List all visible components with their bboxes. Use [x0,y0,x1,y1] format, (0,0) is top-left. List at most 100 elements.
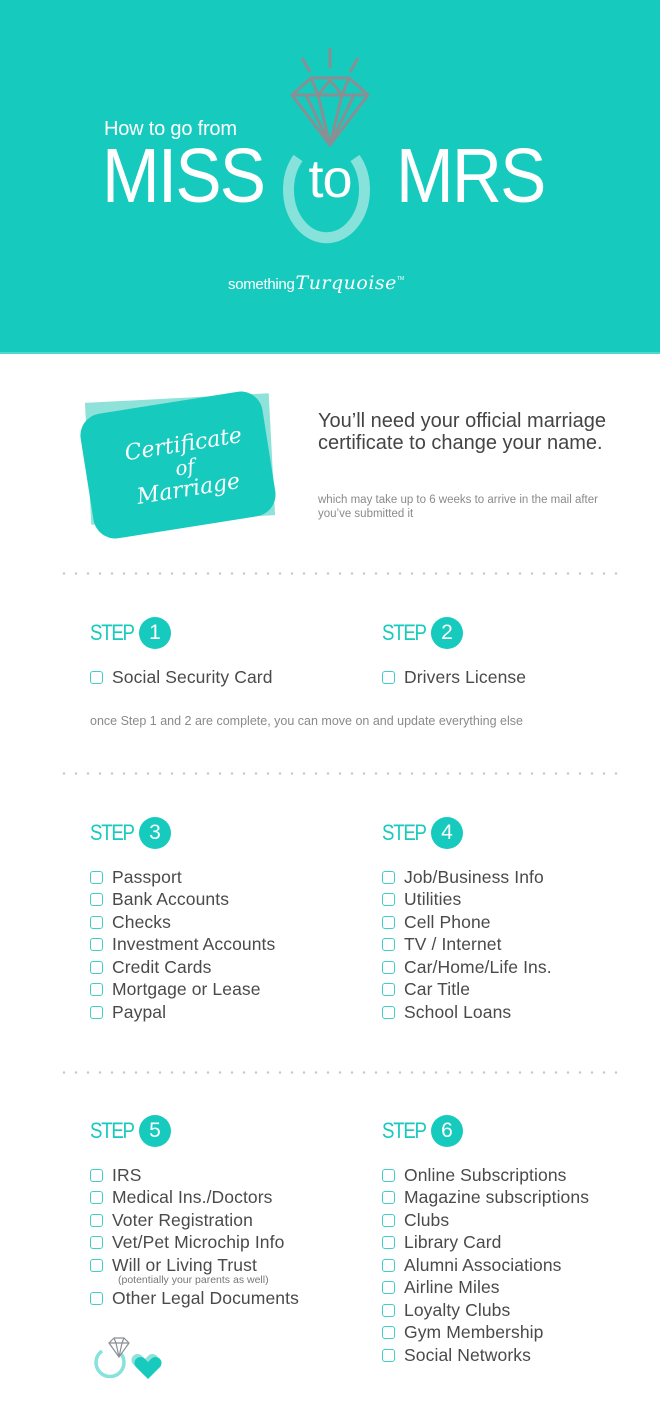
hero-title-mrs: MRS [396,133,546,219]
checklist-item[interactable]: Drivers License [382,666,526,689]
checklist-item[interactable]: Investment Accounts [90,934,275,957]
step-6: STEP 6 Online Subscriptions Magazine sub… [382,1114,589,1367]
checkbox[interactable] [90,1292,103,1306]
checkbox[interactable] [382,1005,395,1019]
checkbox[interactable] [90,960,103,974]
step-number-badge: 3 [139,817,171,849]
brand-trademark: TM [396,276,405,282]
checklist-item-label: Cell Phone [404,911,491,932]
checkbox[interactable] [382,893,395,907]
step-number-badge: 6 [431,1115,463,1147]
checkbox[interactable] [382,1258,395,1272]
checklist-item[interactable]: Social Networks [382,1344,589,1367]
checkbox[interactable] [90,1236,103,1250]
checkbox[interactable] [382,960,395,974]
checkbox[interactable] [90,870,103,884]
checkbox[interactable] [90,1213,103,1227]
checkbox[interactable] [90,1191,103,1205]
checkbox[interactable] [90,1258,103,1272]
step-4: STEP 4 Job/Business Info Utilities Cell … [382,816,552,1024]
heart-icon [131,1353,162,1379]
checkbox[interactable] [382,983,395,997]
checklist-item-label: Checks [112,911,171,932]
checkbox[interactable] [382,1168,395,1182]
checklist-item-label: Medical Ins./Doctors [112,1187,273,1208]
checklist-item[interactable]: Cell Phone [382,911,552,934]
checklist-item-label: Magazine subscriptions [404,1187,590,1208]
checkbox[interactable] [382,1213,395,1227]
checklist-item-label: Social Security Card [112,666,273,687]
checklist-item-label: TV / Internet [404,934,502,955]
checklist-item[interactable]: Airline Miles [382,1277,589,1300]
checkbox[interactable] [382,1191,395,1205]
checklist-item[interactable]: Car/Home/Life Ins. [382,956,552,979]
checklist-item[interactable]: Magazine subscriptions [382,1187,589,1210]
checkbox[interactable] [382,1303,395,1317]
checklist-item-note: (potentially your parents as well) [118,1273,269,1286]
checklist-item[interactable]: Gym Membership [382,1322,589,1345]
step-number-badge: 4 [431,817,463,849]
checklist-item[interactable]: Passport [90,866,275,889]
checklist-item-label: Library Card [404,1232,502,1253]
footer-illustration [94,1337,162,1379]
checklist-item[interactable]: Mortgage or Lease [90,979,275,1002]
checkbox[interactable] [382,915,395,929]
checkbox[interactable] [90,983,103,997]
step-header: STEP 1 [90,616,273,650]
checklist-item-label: Gym Membership [404,1322,544,1343]
checklist-item[interactable]: Job/Business Info [382,866,552,889]
checklist-item[interactable]: Paypal [90,1001,275,1024]
checklist-item[interactable]: Social Security Card [90,666,273,689]
checklist-item[interactable]: Credit Cards [90,956,275,979]
checklist-item[interactable]: IRS [90,1164,299,1187]
checklist-item[interactable]: Voter Registration [90,1209,299,1232]
checklist-item[interactable]: Car Title [382,979,552,1002]
checklist: Drivers License [382,666,526,689]
checklist-item[interactable]: Bank Accounts [90,889,275,912]
dotted-divider [58,572,618,575]
checkbox[interactable] [382,1281,395,1295]
checklist-item-label: Credit Cards [112,956,212,977]
checklist-item-label: Car Title [404,979,471,1000]
checklist-item-label: Bank Accounts [112,889,230,910]
checkbox[interactable] [382,1326,395,1340]
checklist-item[interactable]: Utilities [382,889,552,912]
checklist-item[interactable]: Alumni Associations [382,1254,589,1277]
checklist-item-label: Will or Living Trust [112,1254,257,1275]
checkbox[interactable] [382,1348,395,1362]
step-5: STEP 5 IRS Medical Ins./Doctors Voter Re… [90,1114,299,1310]
checkbox[interactable] [382,938,395,952]
checkbox[interactable] [382,870,395,884]
step-word: STEP [382,1118,427,1143]
checkbox[interactable] [382,670,395,684]
checkbox[interactable] [90,1168,103,1182]
checklist-item[interactable]: Library Card [382,1232,589,1255]
checklist-item-label: Social Networks [404,1344,531,1365]
checklist-item[interactable]: Vet/Pet Microchip Info [90,1232,299,1255]
checklist-item[interactable]: Other Legal Documents [90,1288,299,1311]
steps-note: once Step 1 and 2 are complete, you can … [90,714,523,728]
checklist-item[interactable]: TV / Internet [382,934,552,957]
checkbox[interactable] [90,893,103,907]
checkbox[interactable] [90,670,103,684]
checklist-item-label: Airline Miles [404,1277,500,1298]
checklist-item[interactable]: School Loans [382,1001,552,1024]
checklist-item[interactable]: Loyalty Clubs [382,1299,589,1322]
checkbox[interactable] [90,1005,103,1019]
checklist-item-label: Passport [112,866,182,887]
checkbox[interactable] [90,915,103,929]
checkbox[interactable] [90,938,103,952]
checklist-item[interactable]: Online Subscriptions [382,1164,589,1187]
checklist-item[interactable]: Medical Ins./Doctors [90,1187,299,1210]
checklist-item-label: Utilities [404,889,462,910]
ring-icon [94,1337,130,1379]
checklist-item-label: Vet/Pet Microchip Info [112,1232,285,1253]
checklist-item-label: Car/Home/Life Ins. [404,956,552,977]
checkbox[interactable] [382,1236,395,1250]
hero-title-miss: MISS [102,133,266,219]
certificate-card: Certificate of Marriage [77,388,280,548]
checklist-item[interactable]: Checks [90,911,275,934]
hero-header: How to go from MISS to MRS something Tur… [0,0,660,354]
checklist: IRS Medical Ins./Doctors Voter Registrat… [90,1164,299,1310]
checklist-item[interactable]: Clubs [382,1209,589,1232]
